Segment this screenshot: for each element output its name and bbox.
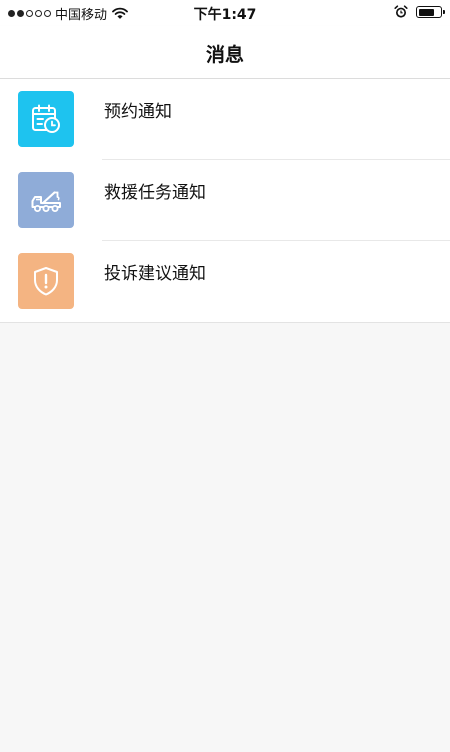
status-right <box>394 5 445 19</box>
page-title: 消息 <box>205 44 244 66</box>
shield-alert-icon <box>34 267 58 296</box>
messages-screen: 中国移动 下午1:47 消息 预约通知 救援任务通知 投诉建议通知 <box>0 0 450 752</box>
rescue-task-icon-tile <box>18 172 74 228</box>
notification-item-complaint[interactable]: 投诉建议通知 <box>0 241 450 322</box>
notification-label: 救援任务通知 <box>104 183 206 203</box>
notification-list: 预约通知 救援任务通知 投诉建议通知 <box>0 79 450 323</box>
calendar-clock-icon <box>32 104 60 133</box>
battery-fill <box>418 8 434 16</box>
notification-label: 预约通知 <box>104 102 172 122</box>
appointment-icon-tile <box>18 91 74 147</box>
status-time: 下午1:47 <box>193 7 257 23</box>
complaint-icon-tile <box>18 253 74 309</box>
battery-tip <box>442 10 445 14</box>
notification-item-rescue-task[interactable]: 救援任务通知 <box>0 160 450 241</box>
battery-icon <box>416 6 445 18</box>
status-bar: 中国移动 下午1:47 <box>0 0 450 26</box>
notification-item-appointment[interactable]: 预约通知 <box>0 79 450 160</box>
tow-truck-icon <box>31 191 61 212</box>
navigation-bar: 消息 <box>0 26 450 79</box>
alarm-icon <box>394 5 408 18</box>
notification-label: 投诉建议通知 <box>104 264 206 284</box>
